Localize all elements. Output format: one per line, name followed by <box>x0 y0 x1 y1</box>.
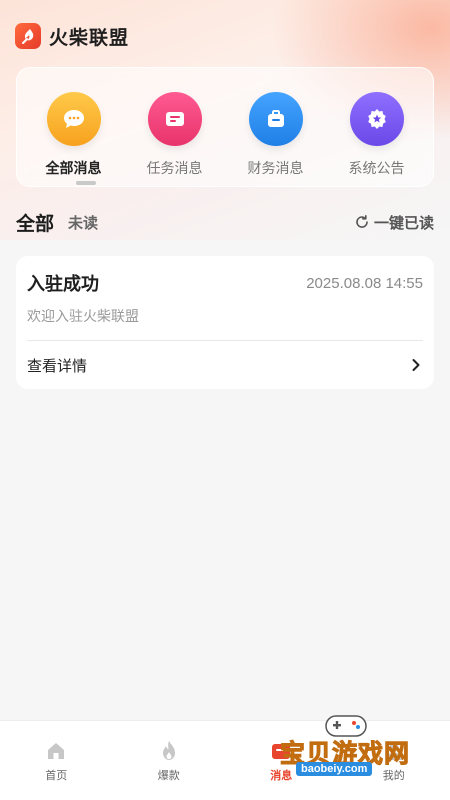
message-card[interactable]: 入驻成功 2025.08.08 14:55 欢迎入驻火柴联盟 查看详情 <box>16 256 434 389</box>
nav-item-profile[interactable]: 我的 <box>354 739 434 800</box>
filter-tab-unread[interactable]: 未读 <box>68 212 98 233</box>
nav-item-home[interactable]: 首页 <box>16 739 96 800</box>
nav-item-hot[interactable]: 爆款 <box>129 739 209 800</box>
bottom-navigation: 首页 爆款 消息 我的 <box>0 720 450 800</box>
message-icon <box>272 744 291 759</box>
view-details-button[interactable]: 查看详情 <box>27 341 423 389</box>
message-body: 欢迎入驻火柴联盟 <box>27 308 139 324</box>
user-icon <box>385 742 403 760</box>
category-label: 系统公告 <box>348 160 405 176</box>
app-title: 火柴联盟 <box>49 27 130 49</box>
chat-bubble-icon <box>46 92 101 146</box>
nav-label: 消息 <box>270 770 293 782</box>
match-flame-icon <box>22 29 34 44</box>
message-lines-icon <box>147 92 202 146</box>
nav-label: 我的 <box>382 770 405 782</box>
refresh-icon <box>356 215 368 228</box>
category-finance-messages[interactable]: 财务消息 <box>231 92 321 178</box>
message-timestamp: 2025.08.08 14:55 <box>306 274 423 292</box>
app-header: 火柴联盟 <box>15 20 129 52</box>
app-logo <box>15 23 41 49</box>
category-task-messages[interactable]: 任务消息 <box>130 92 220 178</box>
briefcase-icon <box>248 92 303 146</box>
nav-label: 首页 <box>45 770 68 782</box>
home-icon <box>48 743 65 759</box>
category-system-announcements[interactable]: 系统公告 <box>332 92 422 178</box>
chevron-right-icon <box>412 359 420 371</box>
mark-all-read-label: 一键已读 <box>373 214 434 232</box>
category-label: 财务消息 <box>247 160 304 176</box>
category-all-messages[interactable]: 全部消息 <box>29 92 119 178</box>
nav-label: 爆款 <box>157 770 180 782</box>
nav-item-messages[interactable]: 消息 <box>241 739 321 800</box>
view-details-label: 查看详情 <box>27 357 88 375</box>
category-label: 全部消息 <box>45 160 102 176</box>
category-label: 任务消息 <box>146 160 203 176</box>
message-title: 入驻成功 <box>27 274 99 294</box>
active-category-indicator <box>76 181 96 185</box>
message-filter-bar: 全部 未读 一键已读 <box>16 207 434 237</box>
flame-icon <box>162 741 175 760</box>
star-badge-icon <box>349 92 404 146</box>
mark-all-read-button[interactable]: 一键已读 <box>354 212 434 233</box>
message-category-card: 全部消息 任务消息 财务消息 系统公告 <box>16 67 434 187</box>
filter-tab-all[interactable]: 全部 <box>16 209 54 236</box>
